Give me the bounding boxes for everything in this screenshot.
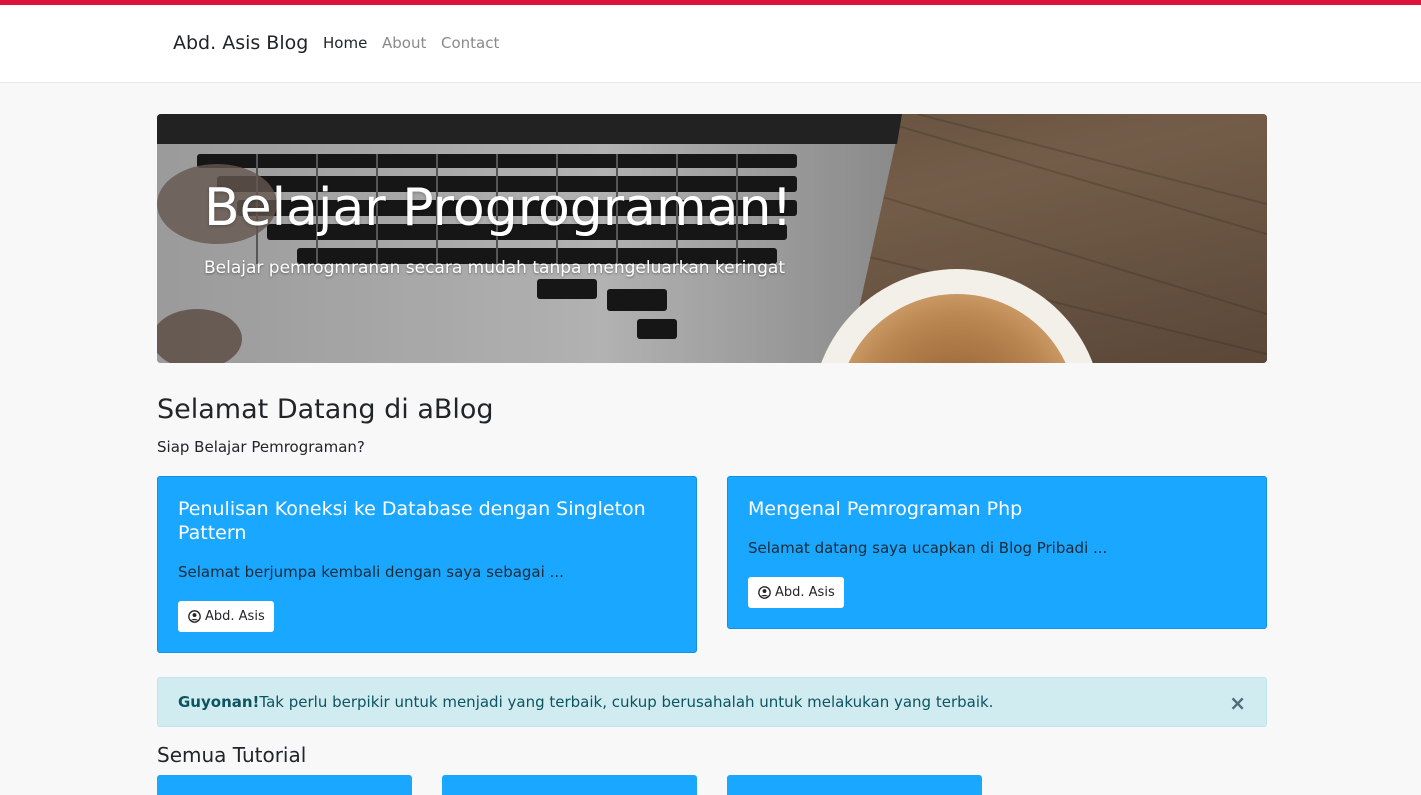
author-button[interactable]: Abd. Asis — [748, 577, 844, 608]
brand-link[interactable]: Abd. Asis Blog — [173, 32, 308, 54]
tutorial-card[interactable] — [442, 775, 697, 795]
post-excerpt: Selamat datang saya ucapkan di Blog Prib… — [748, 539, 1108, 557]
post-title[interactable]: Mengenal Pemrograman Php — [748, 497, 1218, 521]
featured-post-card[interactable]: Mengenal Pemrograman Php Selamat datang … — [727, 476, 1267, 629]
welcome-title: Selamat Datang di aBlog — [157, 394, 494, 425]
alert-message: Guyonan!Tak perlu berpikir untuk menjadi… — [178, 693, 993, 711]
user-circle-icon — [188, 610, 201, 623]
hero-subtitle: Belajar pemrogmranan secara mudah tanpa … — [204, 258, 785, 278]
tutorial-card[interactable] — [157, 775, 412, 795]
tutorial-card[interactable] — [727, 775, 982, 795]
info-alert: Guyonan!Tak perlu berpikir untuk menjadi… — [157, 677, 1267, 727]
featured-post-card[interactable]: Penulisan Koneksi ke Database dengan Sin… — [157, 476, 697, 653]
author-name: Abd. Asis — [205, 609, 265, 624]
nav-contact[interactable]: Contact — [441, 34, 499, 52]
author-button[interactable]: Abd. Asis — [178, 601, 274, 632]
hero-banner: Belajar Progrograman! Belajar pemrogmran… — [157, 114, 1267, 363]
all-tutorials-heading: Semua Tutorial — [157, 743, 307, 767]
alert-strong: Guyonan! — [178, 693, 260, 711]
nav-home[interactable]: Home — [323, 34, 367, 52]
close-icon[interactable]: × — [1229, 691, 1246, 715]
navbar: Abd. Asis Blog Home About Contact — [0, 5, 1421, 83]
post-excerpt: Selamat berjumpa kembali dengan saya seb… — [178, 563, 564, 581]
author-name: Abd. Asis — [775, 585, 835, 600]
nav-about[interactable]: About — [382, 34, 426, 52]
welcome-subtitle: Siap Belajar Pemrograman? — [157, 438, 365, 456]
hero-background-image — [157, 114, 1267, 363]
post-title[interactable]: Penulisan Koneksi ke Database dengan Sin… — [178, 497, 648, 545]
alert-text: Tak perlu berpikir untuk menjadi yang te… — [259, 693, 994, 711]
hero-title: Belajar Progrograman! — [204, 178, 793, 238]
user-circle-icon — [758, 586, 771, 599]
